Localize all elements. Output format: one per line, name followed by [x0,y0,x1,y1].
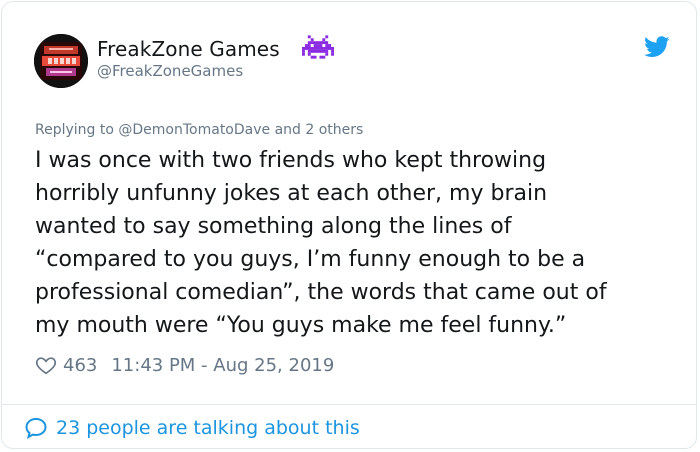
twitter-bird-icon[interactable] [644,36,670,58]
author-name[interactable]: FreakZone Games [97,37,280,61]
tweet-text: I was once with two friends who kept thr… [35,148,607,338]
tweet-meta: 463 11:43 PM - Aug 25, 2019 [35,352,334,378]
space-invader-icon [302,35,334,59]
tweet-card: FreakZone Games @FreakZoneGames Replying… [1,1,697,449]
avatar[interactable] [34,34,88,88]
freakzone-logo-icon [34,34,88,88]
author-handle[interactable]: @FreakZoneGames [97,62,243,80]
talking-link[interactable]: 23 people are talking about this [24,416,360,440]
reply-context: Replying to @DemonTomatoDave and 2 other… [35,122,363,138]
reply-to-link[interactable]: @DemonTomatoDave [118,122,270,138]
heart-icon[interactable] [35,354,57,376]
speech-bubble-icon [25,417,47,439]
reply-prefix: Replying to [35,122,119,138]
talking-label[interactable]: 23 people are talking about this [56,417,360,439]
divider [2,404,696,405]
timestamp[interactable]: 11:43 PM - Aug 25, 2019 [111,355,334,376]
like-count[interactable]: 463 [63,355,97,376]
reply-suffix: and 2 others [270,122,364,138]
